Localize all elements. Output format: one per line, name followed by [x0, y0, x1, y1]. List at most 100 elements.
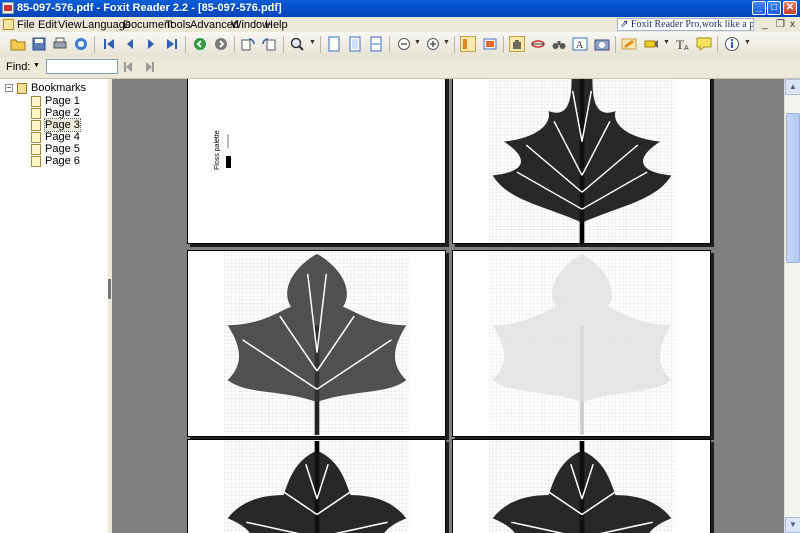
promo-icon: ⇗	[620, 19, 629, 30]
select-text-icon[interactable]	[530, 36, 546, 52]
bookmark-page-icon	[31, 96, 41, 107]
rotate-right-icon[interactable]	[261, 36, 277, 52]
bookmarks-root-label: Bookmarks	[31, 82, 87, 94]
pdf-page-pattern	[452, 439, 711, 533]
floss-palette-title: Floss palette	[214, 130, 221, 170]
fit-page-icon[interactable]	[347, 36, 363, 52]
bookmark-page-icon	[31, 156, 41, 167]
highlighter-dropdown-arrow[interactable]: ▼	[663, 39, 670, 46]
bookmark-label: Page 6	[45, 155, 80, 167]
find-bar: Find: ▼	[0, 57, 800, 79]
zoom-dropdown-arrow[interactable]: ▼	[309, 39, 316, 46]
menu-file[interactable]: File	[17, 19, 35, 31]
text-tool-icon[interactable]: TA	[674, 36, 690, 52]
info-dropdown-arrow[interactable]: ▼	[744, 39, 751, 46]
bookmark-label: Page 1	[45, 95, 80, 107]
toolbar-separator	[320, 36, 321, 53]
typewriter-icon[interactable]	[621, 36, 637, 52]
vertical-scrollbar[interactable]: ▲ ▼	[784, 79, 800, 533]
bookmark-label: Page 5	[45, 143, 80, 155]
scroll-down-button[interactable]: ▼	[785, 517, 800, 533]
splitter-grip[interactable]	[108, 279, 111, 299]
collapse-toggle-icon[interactable]: −	[5, 84, 13, 92]
scroll-thumb[interactable]	[786, 113, 800, 263]
zoom-in-dropdown-arrow[interactable]: ▼	[443, 39, 450, 46]
bookmark-page-icon	[31, 132, 41, 143]
previous-page-icon[interactable]	[122, 36, 138, 52]
document-menu-icon[interactable]	[3, 19, 14, 30]
toolbar-separator	[185, 36, 186, 53]
svg-text:T: T	[676, 37, 684, 52]
screenshot-icon[interactable]	[482, 36, 498, 52]
highlighter-icon[interactable]	[643, 36, 659, 52]
find-previous-icon[interactable]	[122, 60, 136, 74]
close-button[interactable]: ✕	[783, 1, 797, 15]
note-icon[interactable]	[696, 36, 712, 52]
find-binoculars-icon[interactable]	[551, 36, 567, 52]
toolbar-separator	[717, 36, 718, 53]
print-icon[interactable]	[52, 36, 68, 52]
toolbar-separator	[389, 36, 390, 53]
mdi-close-button[interactable]: x	[790, 19, 795, 30]
first-page-icon[interactable]	[101, 36, 117, 52]
next-page-icon[interactable]	[143, 36, 159, 52]
bookmarks-pane: − Bookmarks Page 1 Page 2 Page 3 Page 4 …	[0, 79, 109, 533]
promo-banner[interactable]: ⇗ Foxit Reader Pro,work like a pro!	[617, 18, 754, 31]
hand-tool-icon[interactable]	[509, 36, 525, 52]
pdf-page-pattern	[452, 79, 711, 244]
bookmark-label: Page 2	[45, 107, 80, 119]
actual-size-icon[interactable]	[326, 36, 342, 52]
save-icon[interactable]	[31, 36, 47, 52]
svg-text:A: A	[576, 40, 584, 51]
info-icon[interactable]	[724, 36, 740, 52]
open-folder-icon[interactable]	[10, 36, 26, 52]
bookmark-page-icon	[31, 144, 41, 155]
bookmark-page-icon	[31, 120, 41, 131]
find-options-dropdown[interactable]: ▼	[33, 62, 40, 69]
menu-edit[interactable]: Edit	[38, 19, 57, 31]
zoom-icon[interactable]	[289, 36, 305, 52]
menu-tools[interactable]: Tools	[165, 19, 191, 31]
find-label: Find:	[6, 61, 31, 73]
go-forward-icon[interactable]	[213, 36, 229, 52]
go-back-icon[interactable]	[192, 36, 208, 52]
last-page-icon[interactable]	[164, 36, 180, 52]
document-view[interactable]: Floss palette	[112, 79, 784, 533]
pdf-page-pattern	[187, 250, 446, 437]
floss-palette-swatch	[226, 134, 231, 168]
toolbar-separator	[503, 36, 504, 53]
toolbar-separator	[283, 36, 284, 53]
snapshot-camera-icon[interactable]	[594, 36, 610, 52]
bookmark-page-icon	[31, 108, 41, 119]
maximize-button[interactable]: □	[767, 1, 781, 15]
rotate-left-icon[interactable]	[240, 36, 256, 52]
email-icon[interactable]	[73, 36, 89, 52]
toolbar-separator	[94, 36, 95, 53]
show-bookmarks-icon[interactable]	[460, 36, 476, 52]
toolbar-separator	[234, 36, 235, 53]
menu-help[interactable]: Help	[265, 19, 288, 31]
pdf-page-pattern	[452, 250, 711, 437]
zoom-out-dropdown-arrow[interactable]: ▼	[414, 39, 421, 46]
minimize-button[interactable]: _	[752, 1, 766, 15]
promo-text: Foxit Reader Pro,work like a pro!	[630, 19, 754, 30]
toolbar-separator	[615, 36, 616, 53]
mdi-restore-button[interactable]: ❐	[776, 19, 785, 30]
main-toolbar: ▼ ▼ ▼ A ▼ TA ▼	[0, 32, 800, 58]
text-select-icon[interactable]: A	[572, 36, 588, 52]
title-bar: 85-097-576.pdf - Foxit Reader 2.2 - [85-…	[0, 0, 800, 17]
leaf-pattern-chart	[224, 441, 410, 533]
fit-width-icon[interactable]	[368, 36, 384, 52]
pdf-page-pattern	[187, 439, 446, 533]
menu-view[interactable]: View	[58, 19, 82, 31]
leaf-pattern-chart	[489, 79, 675, 243]
zoom-out-icon[interactable]	[396, 36, 412, 52]
find-input[interactable]	[46, 59, 118, 74]
app-icon[interactable]	[2, 2, 14, 14]
zoom-in-icon[interactable]	[425, 36, 441, 52]
window-title: 85-097-576.pdf - Foxit Reader 2.2 - [85-…	[17, 2, 282, 14]
mdi-minimize-button[interactable]: _	[762, 19, 768, 30]
bookmark-label: Page 4	[45, 131, 80, 143]
scroll-up-button[interactable]: ▲	[785, 79, 800, 95]
find-next-icon[interactable]	[142, 60, 156, 74]
